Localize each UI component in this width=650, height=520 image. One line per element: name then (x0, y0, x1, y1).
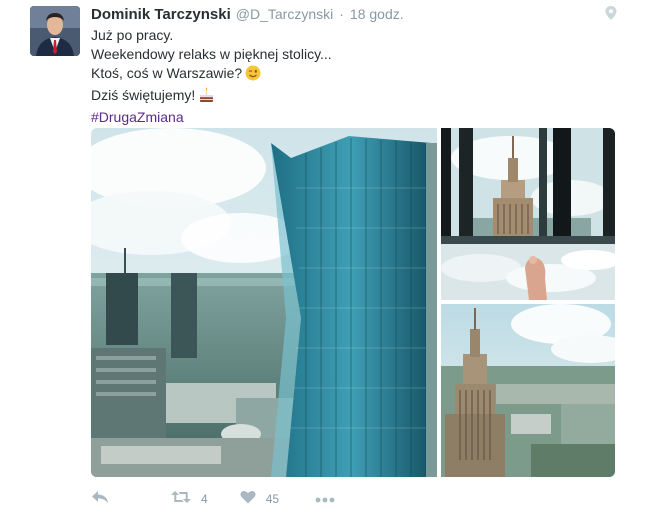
tweet-line-3: Ktoś, coś w Warszawie? (91, 64, 332, 86)
like-count: 45 (265, 492, 280, 506)
author-name[interactable]: Dominik Tarczynski (91, 6, 231, 23)
more-button[interactable] (315, 490, 335, 508)
action-bar: 4 45 (91, 489, 335, 509)
separator-dot: · (339, 6, 344, 22)
winking-face-icon (245, 65, 261, 86)
retweet-button[interactable]: 4 (171, 490, 208, 509)
tweet-header: Dominik Tarczynski @D_Tarczynski · 18 go… (91, 6, 404, 26)
more-icon (315, 490, 335, 508)
tweet-line-4-text: Dziś świętujemy! (91, 87, 196, 103)
avatar[interactable] (30, 6, 80, 56)
tweet-line-3-text: Ktoś, coś w Warszawie? (91, 65, 243, 81)
like-button[interactable]: 45 (240, 490, 279, 509)
retweet-icon (171, 490, 191, 509)
photo-skyscraper[interactable] (91, 128, 437, 477)
heart-icon (240, 490, 256, 509)
photo-palace-aerial[interactable] (441, 304, 615, 477)
reply-icon (91, 490, 109, 509)
tweet: Dominik Tarczynski @D_Tarczynski · 18 go… (0, 0, 650, 520)
author-handle[interactable]: @D_Tarczynski (236, 6, 333, 22)
photo-window-bath[interactable] (441, 128, 615, 300)
tweet-line-2: Weekendowy relaks w pięknej stolicy... (91, 46, 332, 62)
timestamp[interactable]: 18 godz. (350, 6, 404, 22)
media-grid (91, 128, 615, 477)
birthday-cake-icon (198, 87, 215, 108)
location-pin-icon[interactable] (604, 5, 618, 21)
retweet-count: 4 (201, 492, 208, 506)
reply-button[interactable] (91, 490, 109, 509)
hashtag-link[interactable]: #DrugaZmiana (91, 109, 184, 125)
tweet-line-4: Dziś świętujemy! (91, 86, 332, 108)
tweet-line-1: Już po pracy. (91, 27, 174, 43)
tweet-text: Już po pracy. Weekendowy relaks w piękne… (91, 26, 332, 127)
